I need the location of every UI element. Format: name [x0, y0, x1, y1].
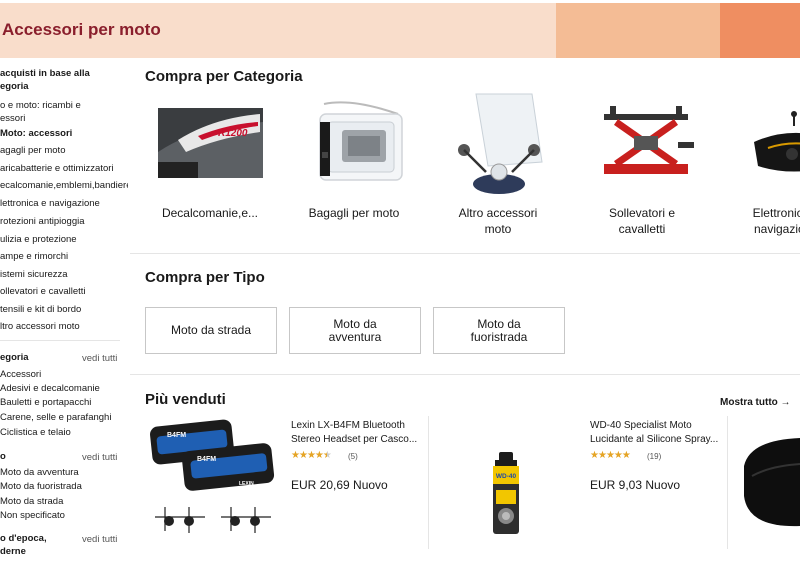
filter-option[interactable]: Carene, selle e parafanghi — [0, 411, 128, 424]
product-image-topcase[interactable] — [740, 436, 800, 528]
type-button-fuoristrada[interactable]: Moto da fuoristrada — [433, 307, 565, 354]
product-price: EUR 9,03 Nuovo — [590, 478, 681, 492]
types-title: Compra per Tipo — [145, 269, 265, 286]
star-icon: ★ — [306, 450, 316, 461]
sidebar-item-decalcomanie[interactable]: ecalcomanie,emblemi,bandiere — [0, 179, 128, 192]
category-label: Altro accessori moto — [458, 206, 538, 236]
sidebar-item-rampe[interactable]: ampe e rimorchi — [0, 250, 128, 263]
page-title: Accessori per moto — [2, 20, 161, 39]
category-image — [589, 92, 695, 194]
type-button-strada[interactable]: Moto da strada — [145, 307, 277, 354]
star-icon: ★ — [298, 450, 308, 461]
category-image — [445, 92, 551, 194]
category-card-altro-accessori[interactable]: Altro accessori moto — [433, 92, 563, 237]
filter-option[interactable]: Moto da strada — [0, 495, 128, 508]
product-image-spray[interactable]: WD-40 — [487, 452, 527, 536]
category-image — [301, 92, 407, 194]
type-button-avventura[interactable]: Moto da avventura — [289, 307, 421, 354]
sidebar-item-sollevatori[interactable]: ollevatori e cavalletti — [0, 285, 128, 298]
filter-option[interactable]: Bauletti e portapacchi — [0, 396, 128, 409]
sidebar-divider — [0, 340, 120, 341]
filter-heading-tipo: o — [0, 451, 6, 462]
filter-option[interactable]: Moto da avventura — [0, 466, 128, 479]
product-image-headset[interactable]: B4FM B4FM LEXIN — [145, 417, 280, 545]
sidebar: acquisti in base alla egoria o e moto: r… — [0, 58, 128, 564]
filter-option[interactable]: Ciclistica e telaio — [0, 426, 128, 439]
filter-heading-categoria: egoria — [0, 352, 29, 363]
review-count[interactable]: (19) — [647, 452, 661, 461]
sidebar-item-caricabatterie[interactable]: aricabatterie e ottimizzatori — [0, 162, 128, 175]
product-price: EUR 20,69 Nuovo — [291, 478, 388, 492]
sidebar-item-sistemi-sicurezza[interactable]: istemi sicurezza — [0, 268, 128, 281]
star-icon: ★ — [314, 450, 324, 461]
sidebar-section-title: acquisti in base alla egoria — [0, 68, 90, 92]
see-all-link[interactable]: Mostra tutto → — [720, 397, 791, 408]
star-icon: ★ — [590, 450, 599, 461]
sidebar-item-altro[interactable]: ltro accessori moto — [0, 320, 128, 333]
sidebar-item-parent[interactable]: o e moto: ricambi e essori — [0, 99, 100, 125]
category-label: Bagagli per moto — [308, 206, 400, 220]
filter-option[interactable]: Moto da fuoristrada — [0, 480, 128, 493]
rating-stars: ★★★★★ — [590, 450, 631, 461]
filter-option[interactable]: Non specificato — [0, 509, 128, 522]
category-image: R1200 — [157, 92, 263, 194]
sidebar-item-bagagli[interactable]: agagli per moto — [0, 144, 128, 157]
bestsellers-title: Più venduti — [145, 391, 226, 408]
category-image — [733, 92, 800, 194]
sidebar-item-current: Moto: accessori — [0, 128, 73, 139]
category-card-elettronica[interactable]: Elettronica e navigazione — [721, 92, 800, 237]
sidebar-item-pulizia[interactable]: ulizia e protezione — [0, 233, 128, 246]
headset-brand-text: B4FM — [197, 456, 216, 463]
category-card-sollevatori[interactable]: Sollevatori e cavalletti — [577, 92, 707, 237]
filter-option[interactable]: Accessori — [0, 368, 128, 381]
review-count[interactable]: (5) — [348, 452, 358, 461]
headset-logo-text: LEXIN — [239, 481, 254, 487]
star-icon: ★ — [291, 450, 300, 461]
star-icon: ★ — [597, 450, 607, 461]
star-icon: ★ — [322, 450, 332, 461]
filter-option[interactable]: Adesivi e decalcomanie — [0, 382, 128, 395]
category-card-decalcomanie[interactable]: R1200 Decalcomanie,e... — [145, 92, 275, 221]
sidebar-item-elettronica[interactable]: lettronica e navigazione — [0, 197, 128, 210]
section-divider — [130, 374, 800, 375]
filter-see-all-categoria[interactable]: vedi tutti — [82, 352, 117, 365]
spray-brand-text: WD-40 — [496, 473, 517, 480]
category-label: Decalcomanie,e... — [161, 206, 259, 220]
category-label: Sollevatori e cavalletti — [608, 206, 676, 236]
star-icon: ★ — [613, 450, 623, 461]
sidebar-item-utensili[interactable]: tensili e kit di bordo — [0, 303, 128, 316]
filter-see-all-epoca[interactable]: vedi tutti — [82, 533, 117, 546]
headset-brand-text: B4FM — [167, 432, 186, 439]
rating-stars: ★★★★★ — [291, 450, 332, 461]
star-icon: ★ — [605, 450, 615, 461]
category-banner: Accessori per moto — [0, 3, 800, 58]
product-divider — [727, 416, 728, 549]
star-icon: ★ — [621, 450, 631, 461]
banner-accent-block-dark — [720, 3, 800, 58]
filter-heading-epoca: o d'epoca, derne — [0, 533, 47, 557]
decal-text: R1200 — [218, 128, 248, 139]
product-divider — [428, 416, 429, 549]
banner-accent-block — [556, 3, 720, 58]
product-title[interactable]: Lexin LX-B4FM Bluetooth Stereo Headset p… — [291, 419, 423, 447]
filter-see-all-tipo[interactable]: vedi tutti — [82, 451, 117, 464]
sidebar-item-protezioni[interactable]: rotezioni antipioggia — [0, 215, 128, 228]
product-title[interactable]: WD-40 Specialist Moto Lucidante al Silic… — [590, 419, 722, 447]
category-card-bagagli[interactable]: Bagagli per moto — [289, 92, 419, 221]
category-label: Elettronica e navigazione — [752, 206, 800, 236]
section-divider — [130, 253, 800, 254]
categories-title: Compra per Categoria — [145, 68, 303, 85]
